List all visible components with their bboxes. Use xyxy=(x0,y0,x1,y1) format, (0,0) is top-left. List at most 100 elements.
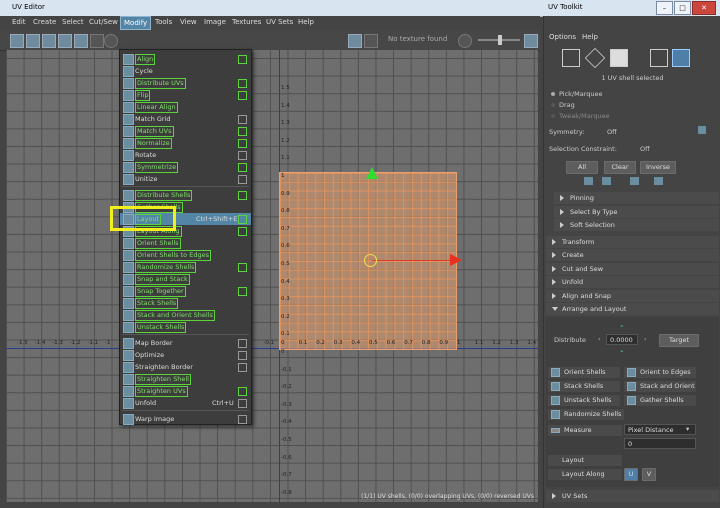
symmetry-icon[interactable] xyxy=(698,126,706,134)
select-clear-button[interactable]: Clear xyxy=(604,161,636,174)
layout-along-button[interactable]: Layout Along xyxy=(548,469,622,480)
menu-item-snap-and-stack[interactable]: Snap and Stack xyxy=(120,273,251,285)
shaded-icon[interactable] xyxy=(42,34,56,48)
menu-item-distribute-uvs[interactable]: Distribute UVs xyxy=(120,77,251,89)
distribute-value-field[interactable]: 0.0000 xyxy=(606,334,638,345)
menu-item-straighten-shell[interactable]: Straighten Shell xyxy=(120,373,251,385)
menu-item-match-uvs[interactable]: Match UVs xyxy=(120,125,251,137)
option-box-icon[interactable] xyxy=(238,127,247,136)
menu-item-map-border[interactable]: Map Border xyxy=(120,337,251,349)
option-box-icon[interactable] xyxy=(238,151,247,160)
chevron-down-icon[interactable]: ▾ xyxy=(686,425,689,433)
uv-square-icon[interactable] xyxy=(562,49,580,67)
menu-item-unfold[interactable]: Unfold Ctrl+U xyxy=(120,397,251,409)
stack-and-orient-button[interactable]: Stack and Orient xyxy=(624,381,696,392)
orient-shells-button[interactable]: Orient Shells xyxy=(548,367,620,378)
grid-icon[interactable] xyxy=(10,34,24,48)
viewport-menu-icon[interactable] xyxy=(524,34,538,48)
menu-item-unstack-shells[interactable]: Unstack Shells xyxy=(120,321,251,333)
image-icon[interactable] xyxy=(348,34,362,48)
manipulator-pivot-icon[interactable] xyxy=(364,254,377,267)
constraint-value[interactable]: Off xyxy=(640,145,650,153)
menu-help[interactable]: Help xyxy=(298,18,314,26)
exposure-icon[interactable] xyxy=(458,34,472,48)
texture-borders-icon[interactable] xyxy=(90,34,104,48)
exposure-slider[interactable] xyxy=(478,35,520,45)
menu-cut-sew[interactable]: Cut/Sew xyxy=(89,18,118,26)
section-transform[interactable]: Transform xyxy=(546,236,719,248)
menu-item-stack-and-orient-shells[interactable]: Stack and Orient Shells xyxy=(120,309,251,321)
uv-cube-icon[interactable] xyxy=(610,49,628,67)
uv-diamond-icon[interactable] xyxy=(584,47,606,69)
option-box-icon[interactable] xyxy=(238,339,247,348)
maximize-icon[interactable]: □ xyxy=(674,1,691,15)
distribute-down-arrow-icon[interactable]: ⌄ xyxy=(619,346,624,354)
mode-tweak-marquee[interactable]: Tweak/Marquee xyxy=(551,112,610,120)
section-select-by-type[interactable]: Select By Type xyxy=(554,206,719,218)
select-inverse-button[interactable]: Inverse xyxy=(640,161,676,174)
menu-textures[interactable]: Textures xyxy=(232,18,261,26)
option-box-icon[interactable] xyxy=(238,287,247,296)
option-box-icon[interactable] xyxy=(238,55,247,64)
option-box-icon[interactable] xyxy=(238,163,247,172)
option-box-icon[interactable] xyxy=(238,399,247,408)
layout-along-u-toggle[interactable]: U xyxy=(624,468,638,481)
option-box-icon[interactable] xyxy=(238,215,247,224)
menu-item-cycle[interactable]: Cycle xyxy=(120,65,251,77)
distortion-icon[interactable] xyxy=(58,34,72,48)
orient-to-edges-button[interactable]: Orient to Edges xyxy=(624,367,696,378)
menu-item-orient-shells-to-edges[interactable]: Orient Shells to Edges xyxy=(120,249,251,261)
menu-item-symmetrize[interactable]: Symmetrize xyxy=(120,161,251,173)
target-button[interactable]: Target xyxy=(659,334,699,347)
menu-item-distribute-shells[interactable]: Distribute Shells xyxy=(120,189,251,201)
menu-tools[interactable]: Tools xyxy=(155,18,172,26)
menu-image[interactable]: Image xyxy=(204,18,226,26)
distribute-right-arrow-icon[interactable]: › xyxy=(644,335,647,343)
section-create[interactable]: Create xyxy=(546,249,719,261)
section-soft-selection[interactable]: Soft Selection xyxy=(554,219,719,231)
section-arrange-and-layout[interactable]: Arrange and Layout xyxy=(546,303,719,315)
menu-item-align[interactable]: Align xyxy=(120,53,251,65)
option-box-icon[interactable] xyxy=(238,91,247,100)
option-box-icon[interactable] xyxy=(238,363,247,372)
stack-shells-button[interactable]: Stack Shells xyxy=(548,381,620,392)
menu-uv-sets[interactable]: UV Sets xyxy=(266,18,293,26)
mode-drag[interactable]: Drag xyxy=(551,101,575,109)
distribute-up-arrow-icon[interactable]: ⌃ xyxy=(619,324,624,332)
minimize-icon[interactable]: – xyxy=(656,1,673,15)
uv-viewport[interactable]: (1/1) UV shells, (0/0) overlapping UVs, … xyxy=(6,50,538,502)
unstack-shells-button[interactable]: Unstack Shells xyxy=(548,395,620,406)
section-align-and-snap[interactable]: Align and Snap xyxy=(546,290,719,302)
uv-face-select-icon[interactable] xyxy=(650,49,668,67)
menu-item-match-grid[interactable]: Match Grid xyxy=(120,113,251,125)
option-box-icon[interactable] xyxy=(238,415,247,424)
option-box-icon[interactable] xyxy=(238,115,247,124)
move-manip-v-arrow-icon[interactable] xyxy=(366,167,378,179)
layout-button[interactable]: Layout xyxy=(548,455,622,466)
grow-select-icon[interactable] xyxy=(584,177,593,185)
option-box-icon[interactable] xyxy=(238,227,247,236)
menu-item-warp-image[interactable]: Warp Image xyxy=(120,413,251,425)
option-box-icon[interactable] xyxy=(238,387,247,396)
menu-modify[interactable]: Modify xyxy=(120,16,152,30)
menu-item-randomize-shells[interactable]: Randomize Shells xyxy=(120,261,251,273)
menu-item-normalize[interactable]: Normalize xyxy=(120,137,251,149)
option-box-icon[interactable] xyxy=(238,191,247,200)
menu-select[interactable]: Select xyxy=(62,18,84,26)
isolate-icon[interactable] xyxy=(26,34,40,48)
uv-shell-select-icon[interactable] xyxy=(672,49,690,67)
symmetry-value[interactable]: Off xyxy=(607,128,617,136)
menu-item-straighten-border[interactable]: Straighten Border xyxy=(120,361,251,373)
menu-item-linear-align[interactable]: Linear Align xyxy=(120,101,251,113)
toolkit-menu-help[interactable]: Help xyxy=(582,33,598,41)
option-box-icon[interactable] xyxy=(238,263,247,272)
menu-item-unitize[interactable]: Unitize xyxy=(120,173,251,185)
select-border-icon[interactable] xyxy=(630,177,639,185)
menu-item-snap-together[interactable]: Snap Together xyxy=(120,285,251,297)
menu-edit[interactable]: Edit xyxy=(12,18,26,26)
option-box-icon[interactable] xyxy=(238,351,247,360)
menu-item-flip[interactable]: Flip xyxy=(120,89,251,101)
checker-display-icon[interactable] xyxy=(364,34,378,48)
distribute-left-arrow-icon[interactable]: ‹ xyxy=(598,335,601,343)
select-shell-icon[interactable] xyxy=(654,177,663,185)
